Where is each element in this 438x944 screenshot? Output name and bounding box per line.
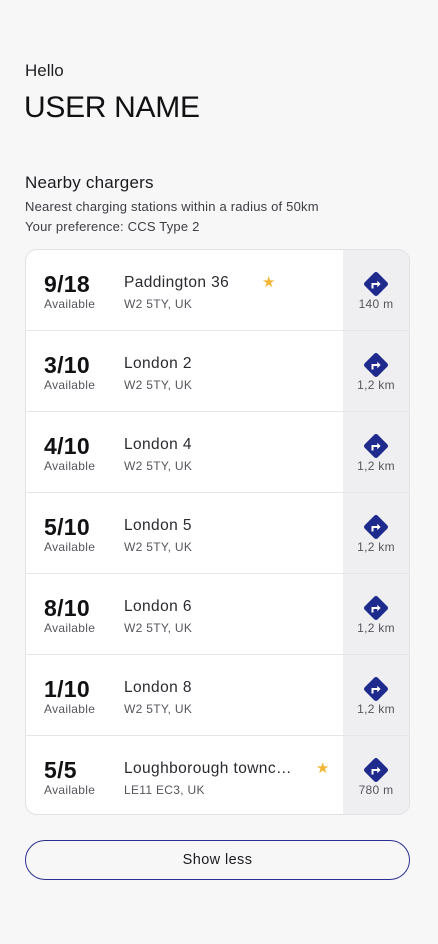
station-name: London 4	[124, 436, 192, 453]
directions-icon	[364, 758, 388, 782]
distance: 1,2 km	[357, 702, 395, 716]
distance: 1,2 km	[357, 459, 395, 473]
star-icon: ★	[262, 274, 276, 291]
directions-icon	[364, 353, 388, 377]
section-title: Nearby chargers	[25, 173, 154, 192]
section-subtitle: Nearest charging stations within a radiu…	[25, 199, 319, 214]
star-icon: ★	[316, 760, 330, 777]
available-count: 9/18	[44, 271, 90, 297]
available-label: Available	[44, 459, 96, 473]
user-name: USER NAME	[24, 91, 200, 124]
available-label: Available	[44, 297, 96, 311]
station-name: Paddington 36	[124, 274, 230, 291]
available-count: 5/10	[44, 514, 90, 540]
station-address: W2 5TY, UK	[124, 378, 193, 392]
station-name: Loughborough townc…	[124, 760, 292, 777]
available-count: 5/5	[44, 757, 77, 783]
station-name: London 5	[124, 517, 192, 534]
charger-row[interactable]: 4/10 Available London 4 W2 5TY, UK 1,2 k…	[26, 412, 409, 493]
directions-icon	[364, 272, 388, 296]
station-name: London 8	[124, 679, 192, 696]
distance: 1,2 km	[357, 540, 395, 554]
charger-row[interactable]: 5/10 Available London 5 W2 5TY, UK 1,2 k…	[26, 493, 409, 574]
available-count: 4/10	[44, 433, 90, 459]
charger-row[interactable]: 8/10 Available London 6 W2 5TY, UK 1,2 k…	[26, 574, 409, 655]
distance: 1,2 km	[357, 621, 395, 635]
charger-row[interactable]: 5/5 Available Loughborough townc… ★ LE11…	[26, 736, 409, 814]
charging-preference: Your preference: CCS Type 2	[25, 219, 200, 234]
charger-row[interactable]: 9/18 Available Paddington 36 ★ W2 5TY, U…	[26, 250, 409, 331]
chargers-list: 9/18 Available Paddington 36 ★ W2 5TY, U…	[25, 249, 410, 815]
navigate-button[interactable]: 1,2 km	[343, 493, 409, 573]
available-count: 1/10	[44, 676, 90, 702]
charger-row[interactable]: 3/10 Available London 2 W2 5TY, UK 1,2 k…	[26, 331, 409, 412]
station-address: W2 5TY, UK	[124, 459, 193, 473]
station-name: London 6	[124, 598, 192, 615]
station-address: W2 5TY, UK	[124, 702, 193, 716]
distance: 780 m	[358, 783, 394, 797]
available-count: 3/10	[44, 352, 90, 378]
available-label: Available	[44, 621, 96, 635]
directions-icon	[364, 515, 388, 539]
available-label: Available	[44, 378, 96, 392]
show-less-button[interactable]: Show less	[25, 840, 410, 880]
distance: 1,2 km	[357, 378, 395, 392]
available-count: 8/10	[44, 595, 90, 621]
navigate-button[interactable]: 1,2 km	[343, 412, 409, 492]
charger-row[interactable]: 1/10 Available London 8 W2 5TY, UK 1,2 k…	[26, 655, 409, 736]
available-label: Available	[44, 540, 96, 554]
navigate-button[interactable]: 780 m	[343, 736, 409, 814]
directions-icon	[364, 596, 388, 620]
directions-icon	[364, 677, 388, 701]
navigate-button[interactable]: 1,2 km	[343, 655, 409, 735]
available-label: Available	[44, 783, 96, 797]
directions-icon	[364, 434, 388, 458]
station-address: W2 5TY, UK	[124, 621, 193, 635]
station-name: London 2	[124, 355, 192, 372]
available-label: Available	[44, 702, 96, 716]
station-address: LE11 EC3, UK	[124, 783, 205, 797]
greeting: Hello	[25, 61, 64, 80]
navigate-button[interactable]: 1,2 km	[343, 331, 409, 411]
navigate-button[interactable]: 140 m	[343, 250, 409, 330]
station-address: W2 5TY, UK	[124, 540, 193, 554]
navigate-button[interactable]: 1,2 km	[343, 574, 409, 654]
distance: 140 m	[358, 297, 394, 311]
station-address: W2 5TY, UK	[124, 297, 193, 311]
